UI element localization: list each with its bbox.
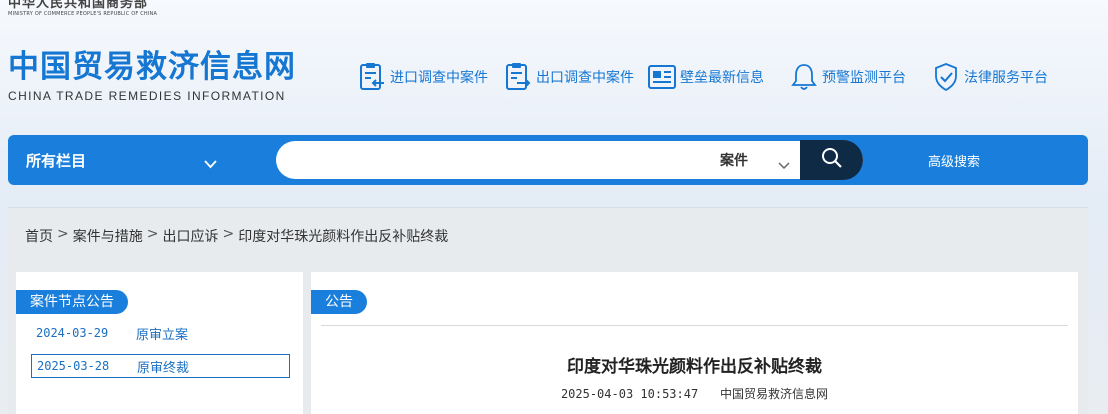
- category-select[interactable]: 所有栏目: [26, 135, 217, 185]
- breadcrumb: 首页 > 案件与措施 > 出口应诉 > 印度对华珠光颜料作出反补贴终裁: [25, 226, 448, 246]
- document-import-icon: [358, 61, 386, 93]
- announcement-panel: 公告 印度对华珠光颜料作出反补贴终裁 2025-04-03 10:53:47 中…: [311, 272, 1078, 414]
- article-datetime: 2025-04-03 10:53:47: [560, 387, 699, 401]
- advanced-search-link[interactable]: 高级搜索: [928, 151, 980, 170]
- case-node-date: 2025-03-28: [37, 359, 110, 373]
- breadcrumb-separator: >: [57, 226, 69, 242]
- search-input[interactable]: [276, 141, 696, 179]
- quicklink-warning-platform[interactable]: 预警监测平台: [790, 60, 906, 94]
- shield-check-icon: [932, 61, 960, 93]
- quick-links: 进口调查中案件 出口调查中案件 壁垒最新信息 预警监测平台 法律服务平台: [358, 60, 1048, 94]
- type-select[interactable]: 案件: [706, 141, 798, 179]
- divider: [321, 325, 1068, 326]
- quicklink-label: 进口调查中案件: [390, 70, 488, 86]
- search-button[interactable]: [800, 140, 863, 180]
- quicklink-label: 出口调查中案件: [536, 70, 634, 86]
- site-title-cn: 中国贸易救济信息网: [8, 49, 296, 85]
- chevron-down-icon: [204, 154, 217, 173]
- breadcrumb-current: 印度对华珠光颜料作出反补贴终裁: [238, 229, 449, 245]
- site-title-en: CHINA TRADE REMEDIES INFORMATION: [8, 89, 286, 103]
- chevron-down-icon: [778, 155, 790, 174]
- case-node-title: 原审立案: [136, 327, 189, 343]
- ministry-logo: 中华人民共和国商务部 MINISTRY OF COMMERCE PEOPLE'S…: [8, 0, 157, 17]
- case-node-item[interactable]: 2024-03-29 原审立案: [31, 321, 290, 345]
- case-node-item-active[interactable]: 2025-03-28 原审终裁: [31, 354, 290, 378]
- news-icon: [648, 61, 676, 93]
- article-source: 中国贸易救济信息网: [720, 387, 829, 401]
- quicklink-barrier-news[interactable]: 壁垒最新信息: [648, 60, 764, 94]
- search-box: 案件: [276, 141, 863, 179]
- breadcrumb-separator: >: [222, 226, 235, 242]
- quicklink-label: 预警监测平台: [822, 70, 906, 86]
- search-bar: 所有栏目 案件 高级搜索: [8, 135, 1088, 185]
- quicklink-label: 壁垒最新信息: [680, 70, 764, 86]
- breadcrumb-cases-measures[interactable]: 案件与措施: [73, 226, 143, 246]
- quicklink-label: 法律服务平台: [964, 70, 1048, 86]
- breadcrumb-export-response[interactable]: 出口应诉: [162, 226, 218, 246]
- case-node-panel: 案件节点公告 2024-03-29 原审立案 2025-03-28 原审终裁: [16, 272, 303, 414]
- category-select-label: 所有栏目: [26, 151, 87, 170]
- quicklink-import-cases[interactable]: 进口调查中案件: [358, 60, 488, 94]
- ministry-name-cn: 中华人民共和国商务部: [8, 0, 149, 11]
- bell-icon: [790, 61, 818, 93]
- announcement-tag: 公告: [311, 290, 367, 314]
- document-export-icon: [504, 61, 532, 93]
- site-logo[interactable]: 中国贸易救济信息网 CHINA TRADE REMEDIES INFORMATI…: [8, 49, 296, 104]
- search-icon: [821, 147, 843, 173]
- breadcrumb-home[interactable]: 首页: [25, 226, 53, 246]
- article-meta: 2025-04-03 10:53:47 中国贸易救济信息网: [311, 385, 1078, 402]
- quicklink-export-cases[interactable]: 出口调查中案件: [504, 60, 634, 94]
- ministry-name-en: MINISTRY OF COMMERCE PEOPLE'S REPUBLIC O…: [8, 11, 158, 17]
- case-node-title: 原审终裁: [137, 360, 190, 376]
- case-node-date: 2024-03-29: [36, 326, 109, 340]
- article-title: 印度对华珠光颜料作出反补贴终裁: [567, 357, 822, 377]
- breadcrumb-separator: >: [146, 226, 159, 242]
- case-node-tag: 案件节点公告: [16, 290, 128, 314]
- type-select-label: 案件: [720, 153, 748, 169]
- quicklink-legal-platform[interactable]: 法律服务平台: [932, 60, 1048, 94]
